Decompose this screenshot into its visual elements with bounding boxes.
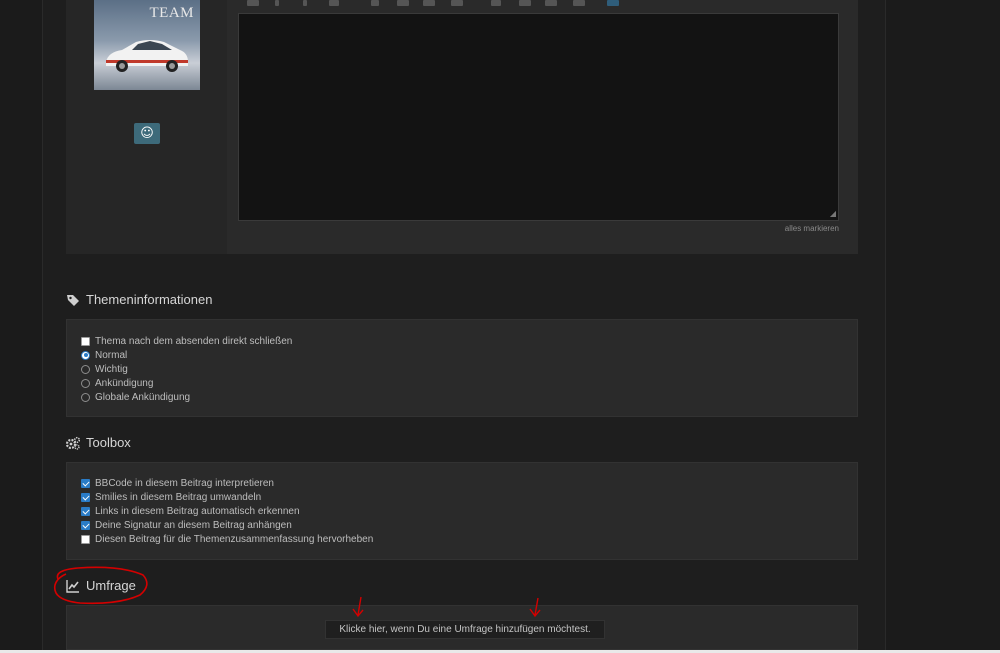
poll-heading: Umfrage bbox=[66, 578, 136, 593]
resize-grip-icon[interactable]: ◢ bbox=[830, 210, 836, 218]
toolbar-icon[interactable] bbox=[607, 0, 619, 6]
checkbox[interactable] bbox=[81, 336, 90, 346]
toolbar-icon[interactable] bbox=[275, 0, 279, 6]
toolbar-icon[interactable] bbox=[397, 0, 409, 6]
type-announcement-option[interactable]: Ankündigung bbox=[81, 377, 153, 389]
avatar-text: TEAM bbox=[149, 5, 194, 21]
toolbar-icon[interactable] bbox=[423, 0, 435, 6]
smilies-option[interactable]: Smilies in diesem Beitrag umwandeln bbox=[81, 491, 261, 503]
message-textarea[interactable]: ◢ bbox=[238, 13, 839, 221]
add-poll-button[interactable]: Klicke hier, wenn Du eine Umfrage hinzuf… bbox=[325, 620, 605, 639]
radio-button[interactable] bbox=[81, 364, 90, 374]
type-sticky-option[interactable]: Wichtig bbox=[81, 363, 128, 375]
poll-title: Umfrage bbox=[86, 578, 136, 593]
toolbar-icon[interactable] bbox=[303, 0, 307, 6]
toolbar-icon[interactable] bbox=[329, 0, 339, 6]
checkbox[interactable] bbox=[81, 506, 90, 516]
toolbox-box: BBCode in diesem Beitrag interpretieren … bbox=[66, 462, 858, 560]
checkbox[interactable] bbox=[81, 478, 90, 488]
toolbar-icon[interactable] bbox=[371, 0, 379, 6]
toolbar-icon[interactable] bbox=[451, 0, 463, 6]
toolbar-icon[interactable] bbox=[247, 0, 259, 6]
type-normal-option[interactable]: Normal bbox=[81, 349, 127, 361]
select-all-link[interactable]: alles markieren bbox=[785, 224, 839, 233]
topic-info-box: Thema nach dem absenden direkt schließen… bbox=[66, 319, 858, 417]
editor-toolbar bbox=[239, 0, 839, 12]
close-topic-option[interactable]: Thema nach dem absenden direkt schließen bbox=[81, 335, 292, 347]
highlight-summary-option[interactable]: Diesen Beitrag für die Themenzusammenfas… bbox=[81, 533, 373, 545]
radio-button[interactable] bbox=[81, 378, 90, 388]
toolbar-icon[interactable] bbox=[519, 0, 531, 6]
radio-button[interactable] bbox=[81, 350, 90, 360]
toolbox-title: Toolbox bbox=[86, 435, 131, 450]
radio-button[interactable] bbox=[81, 392, 90, 402]
toolbox-heading: Toolbox bbox=[66, 435, 131, 450]
topic-info-heading: Themeninformationen bbox=[66, 292, 212, 307]
toolbar-icon[interactable] bbox=[573, 0, 585, 6]
bbcode-option[interactable]: BBCode in diesem Beitrag interpretieren bbox=[81, 477, 274, 489]
car-image bbox=[106, 40, 188, 72]
line-chart-icon bbox=[66, 579, 79, 593]
checkbox[interactable] bbox=[81, 492, 90, 502]
checkbox[interactable] bbox=[81, 520, 90, 530]
avatar: TEAM bbox=[94, 0, 200, 90]
signature-option[interactable]: Deine Signatur an diesem Beitrag anhänge… bbox=[81, 519, 292, 531]
cogs-icon bbox=[66, 436, 80, 450]
checkbox[interactable] bbox=[81, 534, 90, 544]
tag-icon bbox=[67, 294, 79, 306]
topic-info-title: Themeninformationen bbox=[86, 292, 213, 307]
smilies-button[interactable]: ☺ bbox=[134, 123, 160, 144]
auto-links-option[interactable]: Links in diesem Beitrag automatisch erke… bbox=[81, 505, 300, 517]
toolbar-icon[interactable] bbox=[545, 0, 557, 6]
type-global-announcement-option[interactable]: Globale Ankündigung bbox=[81, 391, 190, 403]
toolbar-icon[interactable] bbox=[491, 0, 501, 6]
